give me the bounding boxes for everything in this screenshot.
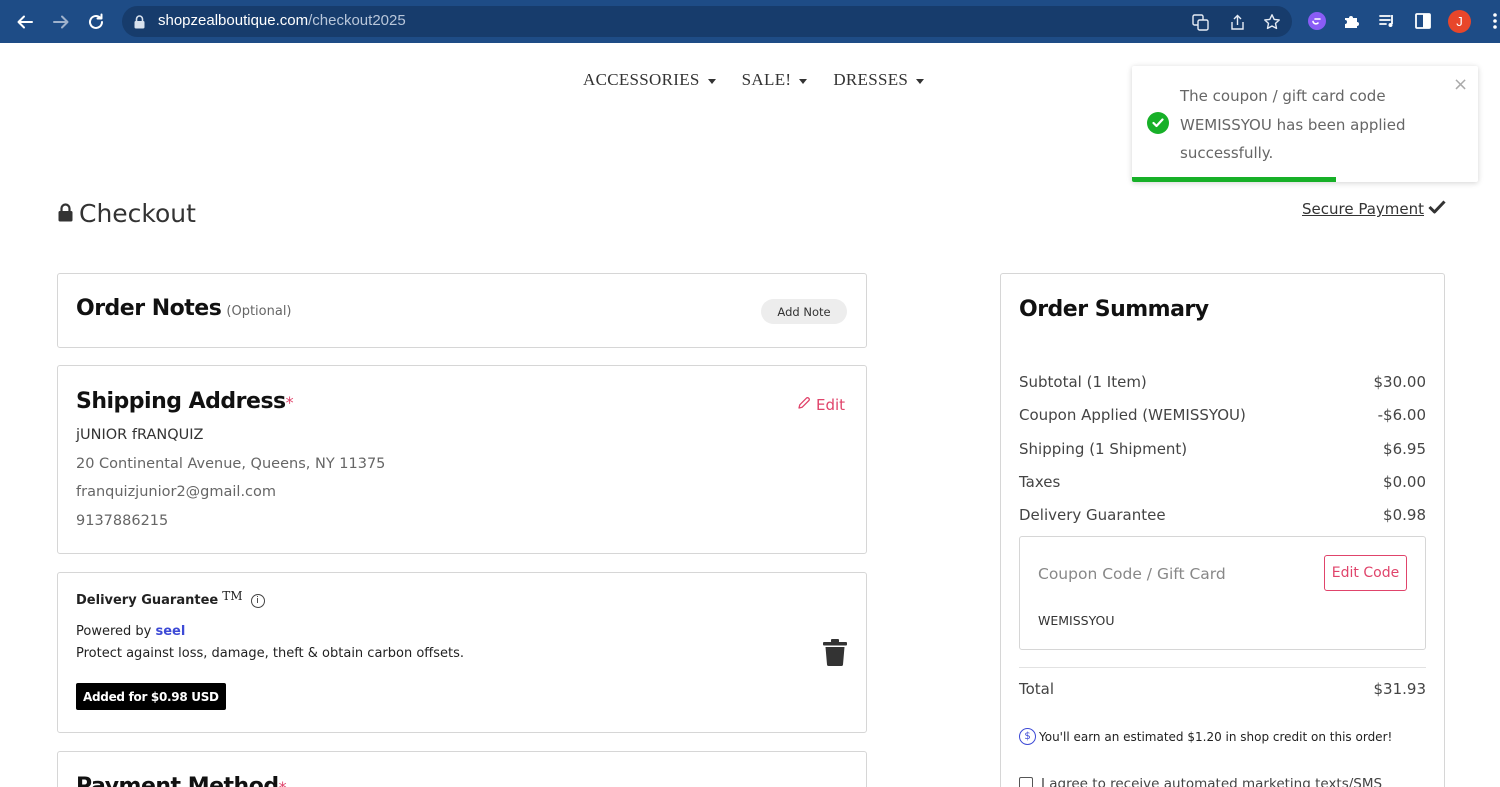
summary-row-coupon: Coupon Applied (WEMISSYOU) -$6.00: [1019, 406, 1426, 424]
powered-by-label: Powered by: [76, 624, 156, 639]
total-value: $31.93: [1373, 680, 1427, 698]
payment-title: Payment Method: [76, 774, 279, 787]
order-summary-card: Order Summary Subtotal (1 Item) $30.00 C…: [1000, 273, 1445, 787]
powered-by: Powered by seel: [76, 624, 185, 639]
sms-consent-label: I agree to receive automated marketing t…: [1041, 776, 1383, 787]
summary-row-shipping: Shipping (1 Shipment) $6.95: [1019, 440, 1426, 458]
kebab-menu-icon[interactable]: [1484, 10, 1500, 32]
edit-address-button[interactable]: Edit: [797, 396, 845, 414]
address-bar[interactable]: shopzealboutique.com/checkout2025: [122, 6, 1292, 37]
trademark-mark: TM: [222, 588, 243, 603]
summary-row-delivery-guarantee: Delivery Guarantee $0.98: [1019, 506, 1426, 524]
order-notes-title: Order Notes: [76, 296, 222, 321]
sms-consent: I agree to receive automated marketing t…: [1019, 776, 1382, 787]
caret-down-icon: [707, 78, 716, 84]
secure-payment-link[interactable]: Secure Payment: [1302, 200, 1446, 218]
caret-down-icon: [916, 78, 925, 84]
edit-code-button[interactable]: Edit Code: [1324, 555, 1407, 591]
summary-row-label: Taxes: [1019, 473, 1061, 491]
nav-dresses-label: DRESSES: [833, 70, 909, 89]
puzzle-icon[interactable]: [1341, 10, 1363, 32]
summary-row-label: Shipping (1 Shipment): [1019, 440, 1188, 458]
coupon-box: Coupon Code / Gift Card Edit Code WEMISS…: [1019, 536, 1426, 650]
required-mark: *: [285, 393, 294, 412]
extension-icon[interactable]: [1306, 10, 1328, 32]
summary-row-label: Delivery Guarantee: [1019, 506, 1166, 524]
media-queue-icon[interactable]: [1376, 10, 1398, 32]
summary-row-taxes: Taxes $0.00: [1019, 473, 1426, 491]
store-nav: ACCESSORIES SALE! DRESSES: [583, 70, 925, 90]
browser-toolbar: shopzealboutique.com/checkout2025 J: [0, 0, 1500, 43]
nav-accessories-label: ACCESSORIES: [583, 70, 700, 89]
summary-total: Total $31.93: [1019, 680, 1426, 698]
seel-link[interactable]: seel: [155, 624, 185, 639]
dollar-coin-icon: $: [1019, 728, 1036, 745]
summary-divider: [1019, 667, 1426, 668]
caret-down-icon: [799, 78, 808, 84]
shop-credit-text: You'll earn an estimated $1.20 in shop c…: [1039, 729, 1393, 744]
delivery-guarantee-title: Delivery Guarantee: [76, 593, 219, 608]
pencil-icon: [797, 396, 811, 414]
delivery-guarantee-card: Delivery Guarantee TM i Powered by seel …: [57, 572, 867, 733]
nav-sale[interactable]: SALE!: [742, 70, 808, 90]
order-notes-card: Order Notes (Optional) Add Note: [57, 273, 867, 348]
added-badge: Added for $0.98 USD: [76, 683, 226, 710]
trash-icon[interactable]: [823, 639, 847, 670]
checkmark-icon: [1428, 200, 1446, 218]
coupon-toast: The coupon / gift card code WEMISSYOU ha…: [1132, 66, 1478, 182]
shipping-heading: Shipping Address*: [76, 389, 294, 414]
page-title-text: Checkout: [79, 199, 196, 228]
profile-avatar[interactable]: J: [1448, 10, 1471, 33]
order-notes-heading: Order Notes (Optional): [76, 296, 292, 321]
summary-row-value: -$6.00: [1377, 406, 1426, 424]
bookmark-star-icon[interactable]: [1262, 12, 1282, 32]
lock-icon: [58, 199, 73, 228]
check-circle-icon: [1147, 112, 1169, 134]
coupon-code-label: Coupon Code / Gift Card: [1038, 565, 1226, 583]
summary-row-value: $0.00: [1383, 473, 1426, 491]
nav-accessories[interactable]: ACCESSORIES: [583, 70, 716, 90]
optional-label: (Optional): [226, 304, 292, 319]
summary-row-label: Coupon Applied (WEMISSYOU): [1019, 406, 1246, 424]
reload-icon[interactable]: [82, 8, 110, 36]
toast-progress-bar: [1132, 177, 1337, 182]
share-icon[interactable]: [1227, 12, 1247, 32]
summary-row-value: $6.95: [1383, 440, 1426, 458]
summary-row-value: $30.00: [1373, 373, 1427, 391]
delivery-guarantee-heading: Delivery Guarantee TM i: [76, 589, 265, 608]
total-label: Total: [1019, 680, 1055, 698]
secure-payment-label: Secure Payment: [1302, 200, 1425, 218]
shipping-email: franquizjunior2@gmail.com: [76, 484, 277, 500]
toast-message: The coupon / gift card code WEMISSYOU ha…: [1180, 87, 1406, 162]
page-title: Checkout: [58, 199, 196, 228]
translate-icon[interactable]: [1190, 12, 1210, 32]
payment-heading: Payment Method*: [76, 774, 287, 787]
lock-icon: [134, 14, 145, 33]
shipping-title: Shipping Address: [76, 389, 286, 414]
nav-sale-label: SALE!: [741, 70, 792, 89]
delivery-guarantee-description: Protect against loss, damage, theft & ob…: [76, 646, 465, 661]
order-summary-title: Order Summary: [1019, 297, 1209, 322]
info-icon[interactable]: i: [250, 593, 265, 608]
shipping-phone: 9137886215: [76, 513, 169, 529]
shipping-name: jUNIOR fRANQUIZ: [76, 427, 204, 443]
applied-coupon-code: WEMISSYOU: [1038, 613, 1115, 628]
back-icon[interactable]: [11, 8, 39, 36]
edit-label: Edit: [816, 396, 846, 414]
shop-credit-note: $ You'll earn an estimated $1.20 in shop…: [1019, 728, 1392, 745]
close-icon[interactable]: ×: [1453, 74, 1468, 95]
required-mark: *: [279, 778, 287, 787]
payment-method-card: Payment Method*: [57, 751, 867, 787]
url-text: shopzealboutique.com/checkout2025: [158, 12, 406, 29]
shipping-street: 20 Continental Avenue, Queens, NY 11375: [76, 456, 386, 472]
summary-row-value: $0.98: [1383, 506, 1426, 524]
shipping-address-card: Shipping Address* Edit jUNIOR fRANQUIZ 2…: [57, 365, 867, 554]
sms-consent-checkbox[interactable]: [1019, 777, 1033, 787]
nav-dresses[interactable]: DRESSES: [833, 70, 925, 90]
side-panel-icon[interactable]: [1412, 10, 1434, 32]
forward-icon[interactable]: [47, 8, 75, 36]
summary-row-label: Subtotal (1 Item): [1019, 373, 1147, 391]
add-note-button[interactable]: Add Note: [761, 299, 847, 324]
summary-row-subtotal: Subtotal (1 Item) $30.00: [1019, 373, 1426, 391]
